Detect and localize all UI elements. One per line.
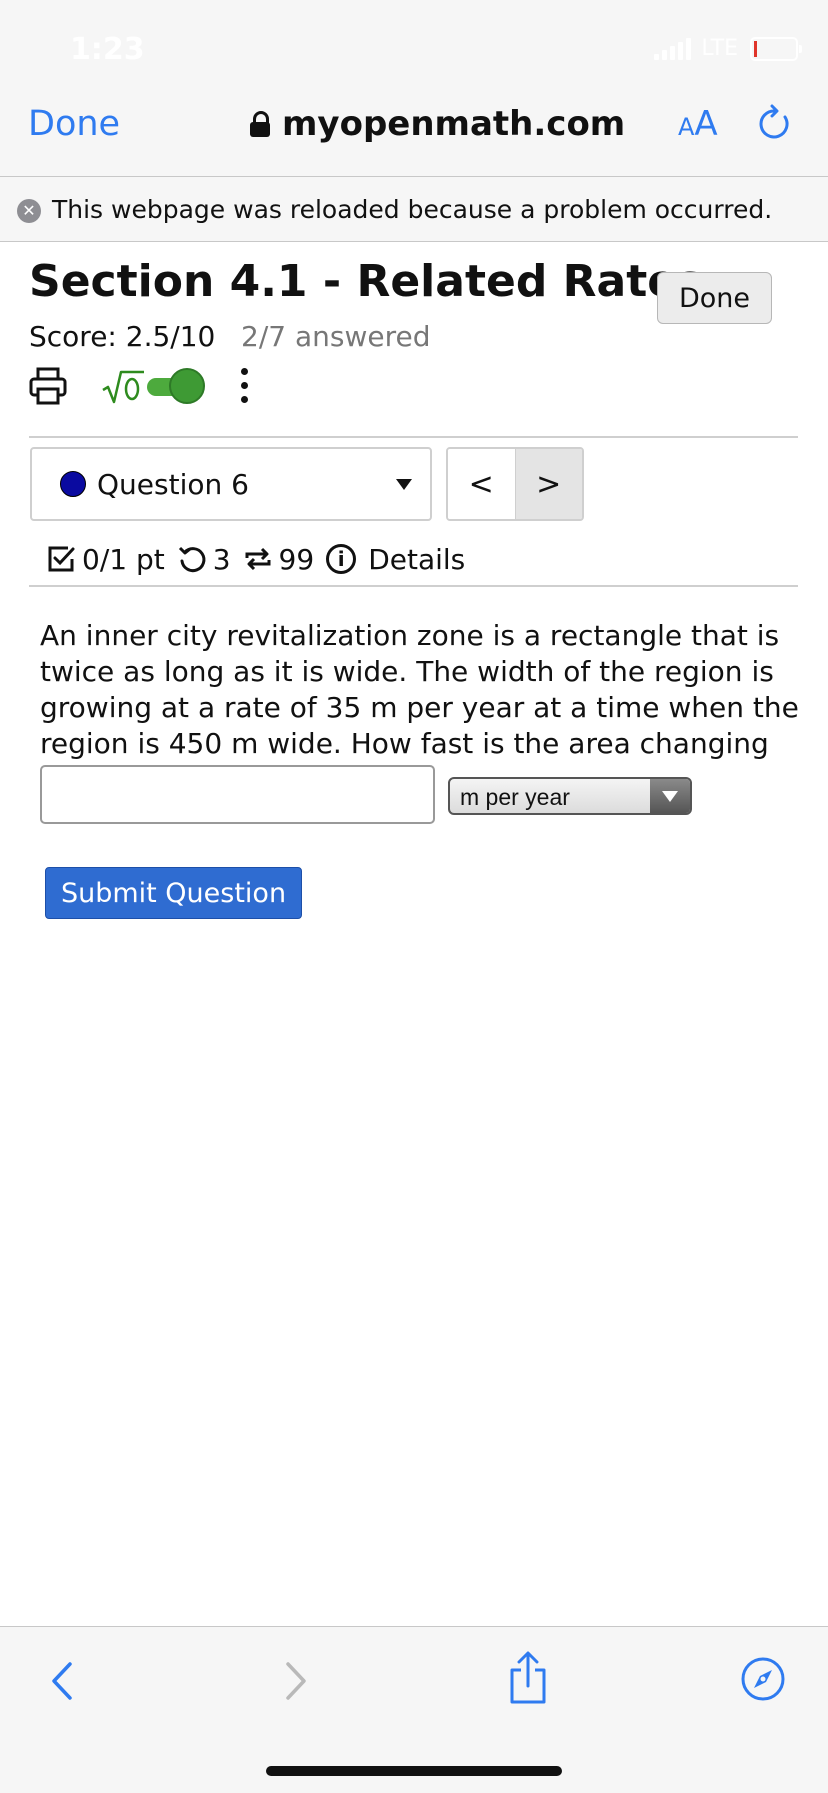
question-pager: < >	[446, 447, 584, 521]
signal-icon	[654, 37, 692, 60]
text-size-button[interactable]: AA	[678, 104, 718, 144]
network-type: LTE	[701, 36, 738, 61]
question-status-dot	[60, 471, 86, 497]
toggle-knob[interactable]	[169, 368, 205, 404]
home-indicator[interactable]	[266, 1766, 562, 1776]
answered-count: 2/7 answered	[241, 320, 431, 353]
url-text: myopenmath.com	[282, 104, 626, 144]
answer-input[interactable]	[40, 765, 435, 824]
banner-message: This webpage was reloaded because a prob…	[52, 195, 773, 224]
close-circle-icon[interactable]: ✕	[17, 199, 41, 223]
repeat-icon	[245, 547, 271, 571]
versions-info: 99	[243, 542, 315, 576]
divider	[29, 585, 798, 587]
submit-question-button[interactable]: Submit Question	[45, 867, 302, 919]
browser-top-bar: 1:23 LTE Done myopenmath.com AA	[0, 0, 828, 177]
print-icon[interactable]	[29, 366, 67, 406]
prev-question-button[interactable]: <	[448, 449, 516, 519]
checkbox-icon	[48, 546, 75, 572]
share-icon[interactable]	[506, 1650, 550, 1706]
chevron-down-icon	[650, 779, 690, 813]
done-button[interactable]: Done	[657, 272, 772, 324]
divider	[29, 436, 798, 438]
address-bar[interactable]: myopenmath.com	[250, 104, 625, 144]
forward-icon[interactable]	[280, 1656, 310, 1706]
info-icon: i	[326, 544, 357, 574]
lock-icon	[250, 111, 270, 137]
unit-select[interactable]: m per year	[448, 777, 692, 815]
next-question-button[interactable]: >	[515, 449, 582, 519]
undo-icon	[178, 546, 206, 573]
page-title: Section 4.1 - Related Rates	[29, 256, 704, 307]
battery-icon	[750, 36, 802, 61]
sqrt-icon[interactable]	[101, 368, 145, 408]
compass-icon[interactable]	[740, 1656, 786, 1702]
question-select[interactable]: Question 6	[30, 447, 432, 521]
back-icon[interactable]	[48, 1656, 78, 1706]
browser-done-button[interactable]: Done	[28, 104, 120, 144]
points-info: 0/1 pt	[46, 543, 165, 576]
unit-selected: m per year	[460, 784, 570, 810]
question-select-label: Question 6	[97, 468, 249, 501]
attempts-text: 3	[212, 542, 231, 576]
question-meta: 0/1 pt 3 99 i Details	[46, 539, 477, 579]
more-vertical-icon[interactable]	[241, 368, 249, 408]
toolbar	[29, 364, 269, 410]
details-link[interactable]: i Details	[326, 543, 465, 576]
caret-down-icon	[396, 479, 412, 490]
reload-banner: ✕ This webpage was reloaded because a pr…	[0, 177, 828, 242]
reload-icon[interactable]	[758, 104, 792, 142]
details-text: Details	[368, 542, 466, 576]
score-text: Score: 2.5/10	[29, 320, 216, 353]
status-indicators: LTE	[654, 36, 802, 61]
status-time: 1:23	[70, 32, 145, 67]
versions-text: 99	[278, 542, 315, 576]
points-text: 0/1 pt	[82, 542, 165, 576]
attempts-info: 3	[177, 543, 231, 576]
